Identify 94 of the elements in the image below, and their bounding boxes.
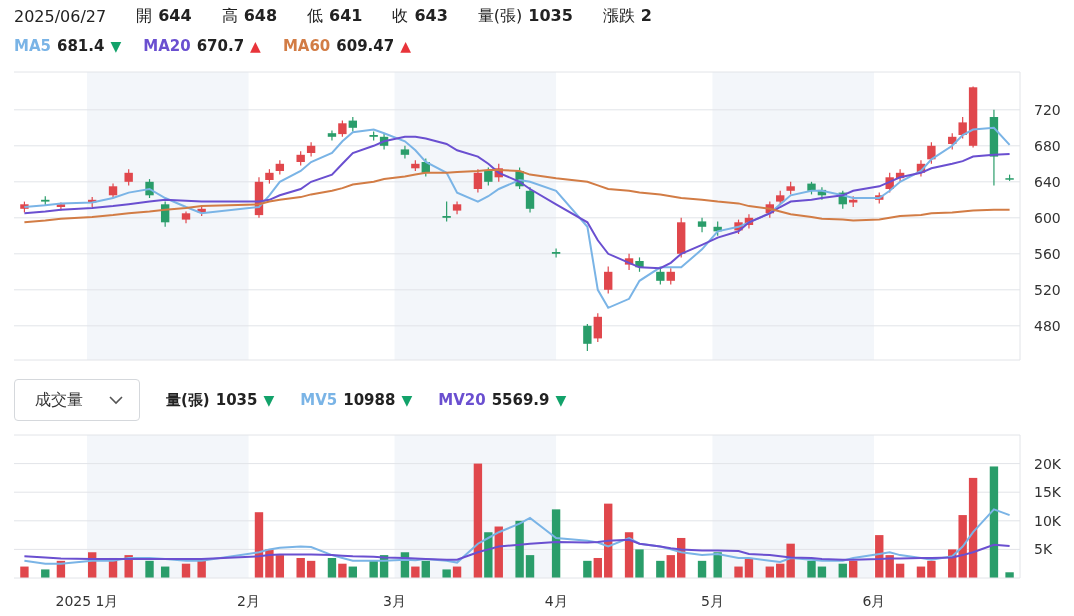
candlestick (604, 265, 613, 294)
candlestick (306, 141, 316, 158)
axis-label: 640 (1034, 173, 1061, 190)
candlestick (807, 181, 816, 195)
legend-value: 1035 (215, 391, 258, 409)
field-label: 高 (221, 5, 238, 27)
candlestick (197, 205, 206, 217)
trend-arrow: ▼ (555, 392, 567, 408)
axis-label: 560 (1034, 245, 1061, 262)
field-label: 開 (136, 5, 153, 27)
trend-arrow: ▼ (401, 392, 413, 408)
candlestick (473, 168, 483, 194)
trend-arrow: ▼ (263, 392, 275, 408)
candlestick (108, 183, 118, 199)
field-value: 648 (243, 5, 278, 27)
candlestick (484, 166, 493, 186)
axis-label: 600 (1034, 209, 1061, 226)
legend-value: 10988 (343, 391, 396, 409)
candlestick (624, 253, 634, 271)
field-value: 1035 (528, 5, 573, 27)
legend-label: MA20 (143, 37, 191, 55)
axis-label: 480 (1034, 317, 1061, 334)
legend-label: MA60 (282, 37, 331, 55)
legend-label: MV5 (300, 391, 338, 409)
candlestick (849, 195, 858, 208)
field-label: 量(張) (477, 5, 523, 27)
trend-arrow: ▲ (250, 38, 261, 54)
candlestick (551, 247, 561, 258)
month-label: 4月 (544, 593, 568, 609)
candlestick (348, 116, 357, 132)
candlestick (160, 201, 170, 228)
candlestick (677, 217, 686, 258)
candlestick (927, 141, 936, 165)
axis-label: 15K (1034, 484, 1061, 501)
candlestick (583, 323, 592, 352)
axis-label: 720 (1034, 101, 1061, 118)
candlestick (1005, 174, 1014, 182)
candlestick (494, 163, 503, 183)
month-label: 6月 (862, 593, 886, 609)
candlestick (20, 201, 29, 213)
legend-label: MV20 (438, 391, 486, 409)
candlestick (948, 132, 957, 150)
axis-label: 680 (1034, 137, 1061, 154)
candlestick (744, 213, 754, 230)
candlestick (124, 168, 133, 186)
chevron-down-icon (109, 395, 123, 405)
candlestick (400, 145, 410, 159)
legend-value: 5569.9 (491, 391, 550, 409)
candlestick (776, 190, 785, 206)
field-value: 644 (158, 5, 192, 27)
candlestick (734, 219, 743, 235)
trend-arrow: ▲ (400, 38, 411, 54)
quote-date: 2025/06/27 (14, 6, 107, 26)
candlestick (515, 166, 524, 190)
candlestick (713, 220, 722, 237)
candlestick (275, 159, 285, 176)
month-label: 2025 1月 (55, 593, 119, 609)
month-label: 5月 (701, 593, 724, 609)
field-value: 641 (329, 5, 363, 27)
field-value: 643 (414, 5, 448, 27)
candlestick (525, 186, 535, 213)
month-label: 2月 (237, 593, 260, 609)
month-label: 3月 (383, 593, 406, 609)
candlestick (181, 210, 191, 224)
axis-label: 520 (1034, 281, 1061, 298)
candlestick (145, 178, 154, 199)
candlestick (838, 190, 847, 210)
legend-value: 609.47 (336, 37, 395, 55)
candlestick (786, 181, 795, 195)
trend-arrow: ▼ (110, 38, 122, 54)
candlestick (656, 267, 665, 285)
field-label: 低 (307, 5, 324, 27)
candlestick (666, 267, 675, 285)
field-label: 漲跌 (602, 5, 635, 27)
candlestick (765, 201, 774, 219)
candlestick (635, 256, 644, 273)
axis-label: 20K (1034, 455, 1061, 472)
legend-label: MA5 (14, 37, 51, 55)
candlestick (916, 159, 926, 177)
candlestick (817, 186, 827, 201)
legend-value: 681.4 (57, 37, 105, 55)
candlestick (593, 312, 602, 343)
candlestick (296, 150, 305, 167)
field-label: 收 (392, 5, 409, 27)
axis-label: 10K (1034, 512, 1061, 529)
candlestick (88, 196, 97, 208)
candlestick (697, 217, 707, 233)
axis-label: 5K (1034, 541, 1053, 558)
field-value: 2 (640, 5, 652, 27)
legend-label: 量(張) (166, 390, 210, 410)
indicator-dropdown[interactable]: 成交量 (14, 379, 140, 421)
legend-value: 670.7 (196, 37, 245, 55)
candlestick (41, 195, 50, 206)
candlestick (56, 201, 66, 212)
